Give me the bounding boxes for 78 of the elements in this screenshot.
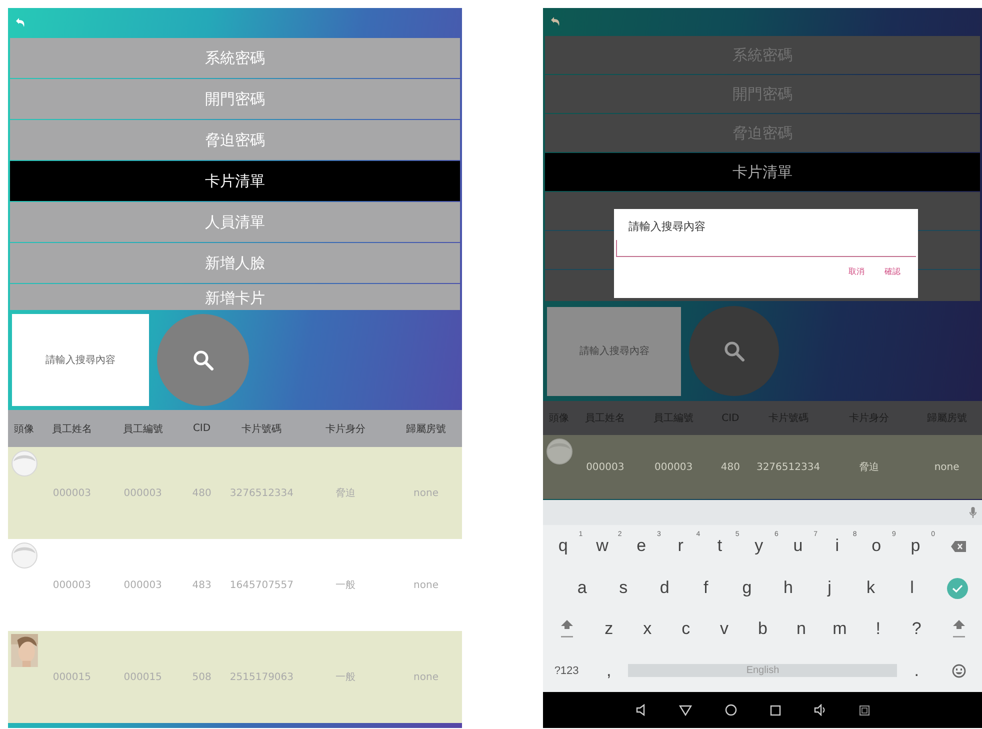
table-row[interactable]: 000003 000003 480 3276512334 脅迫 none (543, 435, 982, 499)
menu-item[interactable]: 卡片清單 (10, 161, 460, 201)
keyboard-key[interactable]: m (820, 609, 859, 649)
backspace-icon (951, 540, 966, 552)
keyboard-key[interactable]: g (726, 567, 768, 609)
keyboard-key[interactable]: . (897, 649, 936, 692)
keyboard-key[interactable]: l (891, 567, 933, 609)
table-cell-text: none (412, 488, 440, 498)
table-cell-text: 483 (191, 580, 212, 590)
column-header: 員工編號 (122, 422, 164, 436)
table-cell-text: 508 (191, 672, 212, 682)
keyboard-key[interactable]: d (644, 567, 686, 609)
check-icon (946, 578, 968, 598)
search-input[interactable] (616, 240, 916, 257)
table-cell-text: 3276512334 (755, 462, 822, 472)
column-header: 卡片身分 (324, 422, 367, 436)
table-cell-text: 脅迫 (858, 460, 880, 474)
keyboard-key[interactable]: s (602, 567, 644, 609)
table-cell-text: 480 (720, 462, 741, 472)
search-icon (192, 349, 214, 371)
keyboard-key[interactable]: c (666, 609, 706, 649)
mic-icon[interactable] (969, 506, 977, 518)
column-header: CID (192, 423, 212, 434)
recents-icon[interactable] (770, 704, 781, 716)
avatar-icon (11, 450, 38, 477)
search-field[interactable]: 請輸入搜尋內容 (547, 306, 682, 396)
column-header: 員工姓名 (50, 422, 93, 436)
keyboard-key[interactable]: v (705, 609, 744, 649)
table-cell-text: none (412, 580, 440, 590)
keyboard-key[interactable]: a (561, 567, 603, 609)
keyboard-key[interactable]: ?123 (543, 649, 590, 692)
menu-item[interactable]: 卡片清單 (545, 153, 980, 191)
table-cell-text: none (933, 462, 960, 472)
shift-icon (952, 619, 966, 639)
column-header: 頭像 (12, 422, 35, 436)
table-cell-text: 000003 (653, 462, 694, 472)
search-field[interactable]: 請輸入搜尋內容 (12, 314, 149, 406)
dialog-button[interactable]: 確認 (882, 264, 902, 279)
search-icon (723, 340, 746, 362)
shift-icon (560, 619, 574, 639)
home-icon[interactable] (724, 704, 737, 716)
table-cell-text: 2515179063 (228, 672, 295, 682)
keyboard-key[interactable]: ? (897, 609, 936, 649)
table-cell-text: none (412, 672, 440, 682)
table-cell-text: 3276512334 (228, 488, 295, 498)
table-cell-text: 1645707557 (228, 580, 295, 590)
volume-down-icon[interactable] (636, 704, 646, 716)
smiley-icon (952, 664, 966, 678)
avatar-icon (546, 438, 574, 465)
keyboard-key[interactable]: f (685, 567, 726, 609)
keyboard-key[interactable]: x (628, 609, 667, 649)
keyboard-key[interactable]: n (782, 609, 820, 649)
keyboard-key[interactable]: j (808, 567, 850, 609)
table-cell-text: 一般 (334, 579, 357, 592)
table-cell-text: 脅迫 (334, 486, 357, 500)
keyboard-key[interactable]: ! (858, 609, 898, 649)
keyboard-key[interactable]: , (590, 649, 628, 692)
dialog-button[interactable]: 取消 (846, 264, 866, 279)
keyboard-key[interactable]: b (744, 609, 782, 649)
table-cell-text: 000003 (122, 580, 163, 590)
avatar-icon (11, 542, 38, 569)
screenshot-icon[interactable] (858, 704, 870, 716)
back-icon[interactable] (678, 704, 692, 716)
table-cell-text: 一般 (334, 671, 357, 684)
keyboard-key[interactable]: k (850, 567, 892, 609)
table-cell-text: 000003 (122, 488, 163, 498)
table-cell-text: 000015 (52, 672, 92, 682)
volume-up-icon[interactable] (814, 704, 826, 716)
table-cell-text: 000003 (585, 462, 626, 472)
keyboard-key[interactable]: h (768, 567, 809, 609)
table-cell-text: 000003 (52, 488, 92, 498)
keyboard-key[interactable]: z (590, 609, 628, 649)
dialog-title: 請輸入搜尋內容 (627, 219, 706, 234)
table-cell-text: 000003 (52, 580, 92, 590)
table-cell-text: 480 (191, 488, 212, 498)
table-cell-text: 000015 (122, 672, 163, 682)
column-header: 歸屬房號 (405, 422, 448, 436)
column-header: 卡片號碼 (240, 422, 283, 436)
